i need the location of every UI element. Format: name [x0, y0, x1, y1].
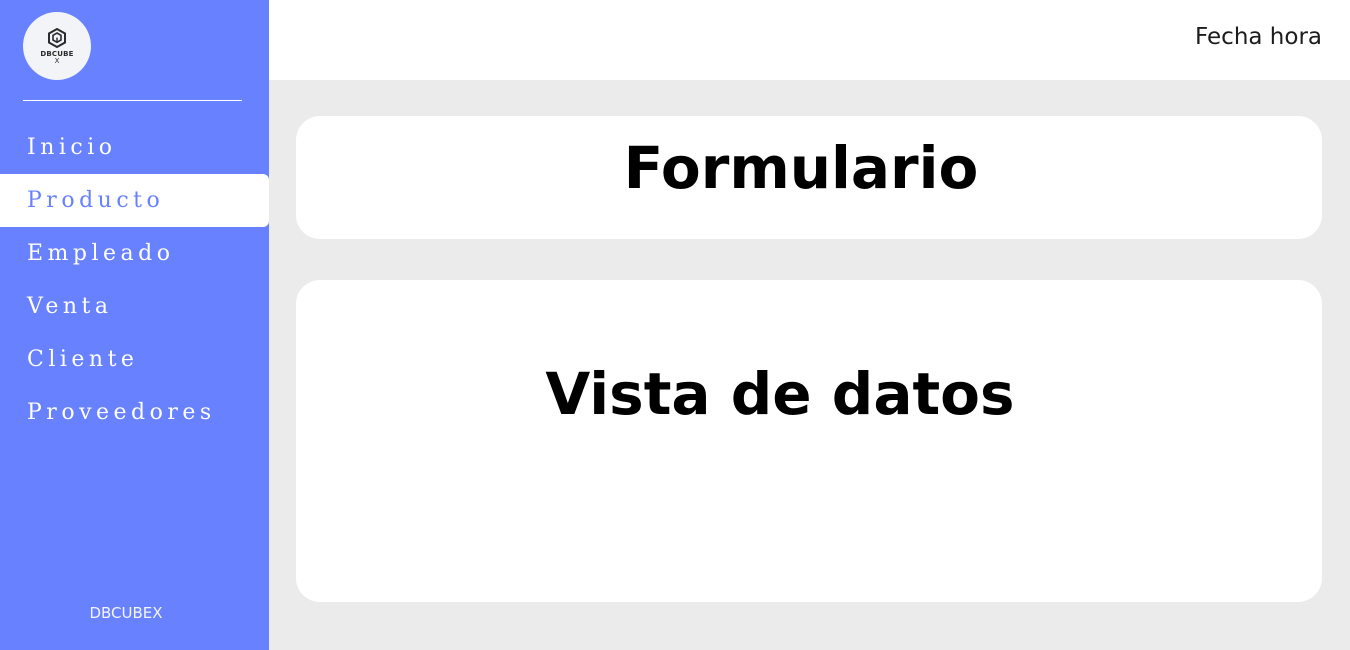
sidebar-item-inicio[interactable]: Inicio: [0, 121, 269, 174]
logo-subtext: X: [54, 56, 60, 65]
sidebar-item-proveedores[interactable]: Proveedores: [0, 386, 269, 439]
top-bar: Fecha hora: [269, 0, 1350, 80]
sidebar-nav: Inicio Producto Empleado Venta Cliente P…: [0, 121, 269, 439]
data-view-card: Vista de datos: [296, 280, 1322, 602]
sidebar-item-empleado[interactable]: Empleado: [0, 227, 269, 280]
datetime-label: Fecha hora: [1195, 24, 1322, 50]
sidebar-item-venta[interactable]: Venta: [0, 280, 269, 333]
form-card: Formulario: [296, 116, 1322, 239]
sidebar-item-producto[interactable]: Producto: [0, 174, 269, 227]
form-title: Formulario: [623, 134, 979, 202]
cube-logo-icon: [48, 27, 66, 48]
data-view-title: Vista de datos: [545, 360, 1015, 428]
sidebar-item-cliente[interactable]: Cliente: [0, 333, 269, 386]
sidebar-divider: [23, 100, 242, 101]
sidebar-footer: DBCUBEX: [89, 604, 163, 622]
logo[interactable]: DBCUBE X: [23, 12, 91, 80]
sidebar: DBCUBE X Inicio Producto Empleado Venta …: [0, 0, 269, 650]
